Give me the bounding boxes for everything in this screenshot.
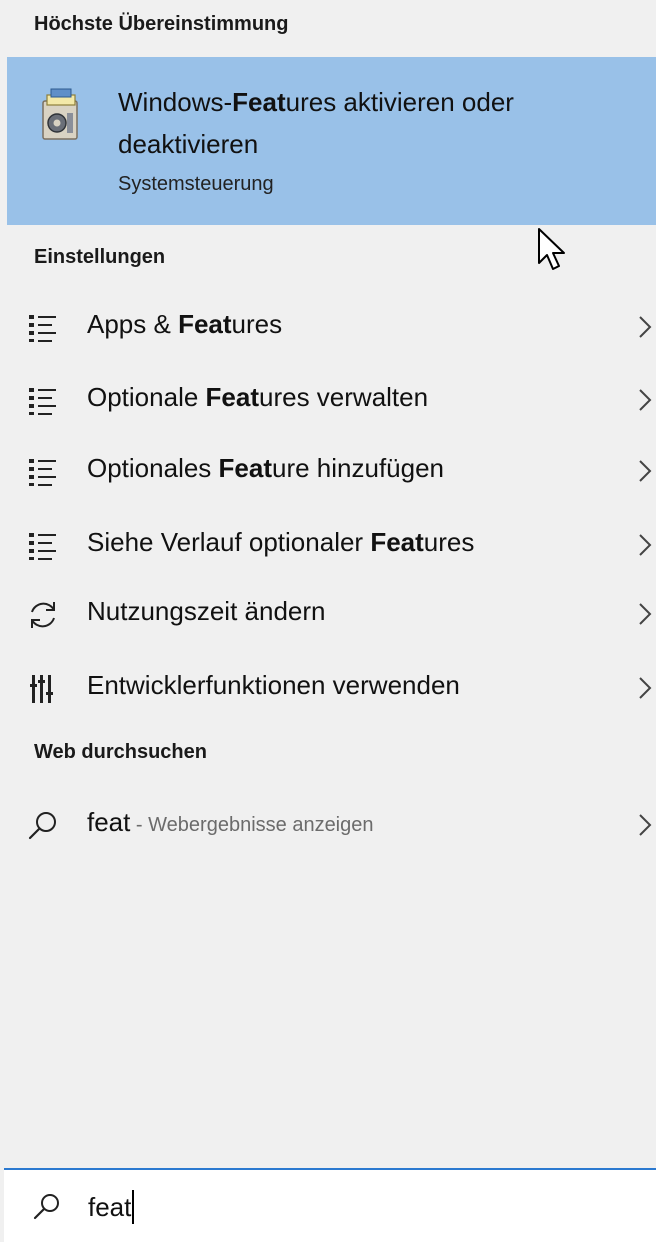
search-icon <box>28 812 56 840</box>
sync-icon <box>26 598 60 632</box>
search-icon <box>33 1194 59 1220</box>
mouse-cursor-icon <box>538 228 565 270</box>
search-input[interactable]: feat <box>88 1190 135 1224</box>
chevron-right-icon <box>639 603 652 625</box>
section-header-best-match: Höchste Übereinstimmung <box>34 13 289 35</box>
chevron-right-icon <box>639 460 652 482</box>
list-settings-icon <box>26 384 60 418</box>
settings-item-label: Nutzungszeit ändern <box>87 596 326 626</box>
settings-item-apps-features[interactable]: Apps & Features <box>0 297 656 357</box>
settings-item-usage-time-change[interactable]: Nutzungszeit ändern <box>0 584 656 644</box>
best-match-subtitle: Systemsteuerung <box>118 173 274 195</box>
windows-features-icon <box>42 88 78 140</box>
section-header-settings: Einstellungen <box>34 246 166 268</box>
chevron-right-icon <box>639 389 652 411</box>
settings-item-label: Optionale Features verwalten <box>87 382 429 412</box>
settings-item-label: Siehe Verlauf optionaler Features <box>87 527 475 557</box>
settings-item-optional-feature-add[interactable]: Optionales Feature hinzufügen <box>0 441 656 501</box>
web-search-label: feat - Webergebnisse anzeigen <box>87 807 374 837</box>
chevron-right-icon <box>639 316 652 338</box>
settings-item-label: Entwicklerfunktionen verwenden <box>87 670 460 700</box>
settings-item-optional-features-history[interactable]: Siehe Verlauf optionaler Features <box>0 515 656 575</box>
web-search-result[interactable]: feat - Webergebnisse anzeigen <box>0 795 656 855</box>
text-caret <box>132 1190 135 1224</box>
settings-item-developer-features[interactable]: Entwicklerfunktionen verwenden <box>0 658 656 718</box>
chevron-right-icon <box>639 677 652 699</box>
list-settings-icon <box>26 455 60 489</box>
section-header-web: Web durchsuchen <box>34 741 207 763</box>
settings-item-optional-features-manage[interactable]: Optionale Features verwalten <box>0 370 656 430</box>
settings-item-label: Optionales Feature hinzufügen <box>87 453 445 483</box>
list-settings-icon <box>26 311 60 345</box>
developer-tools-icon <box>26 672 60 706</box>
chevron-right-icon <box>639 814 652 836</box>
best-match-result[interactable]: Windows-Features aktivieren oder deaktiv… <box>7 57 656 270</box>
settings-item-label: Apps & Features <box>87 309 283 339</box>
search-box[interactable]: feat <box>4 1168 656 1242</box>
best-match-title: Windows-Features aktivieren oder deaktiv… <box>118 87 514 159</box>
list-settings-icon <box>26 529 60 563</box>
chevron-right-icon <box>639 534 652 556</box>
